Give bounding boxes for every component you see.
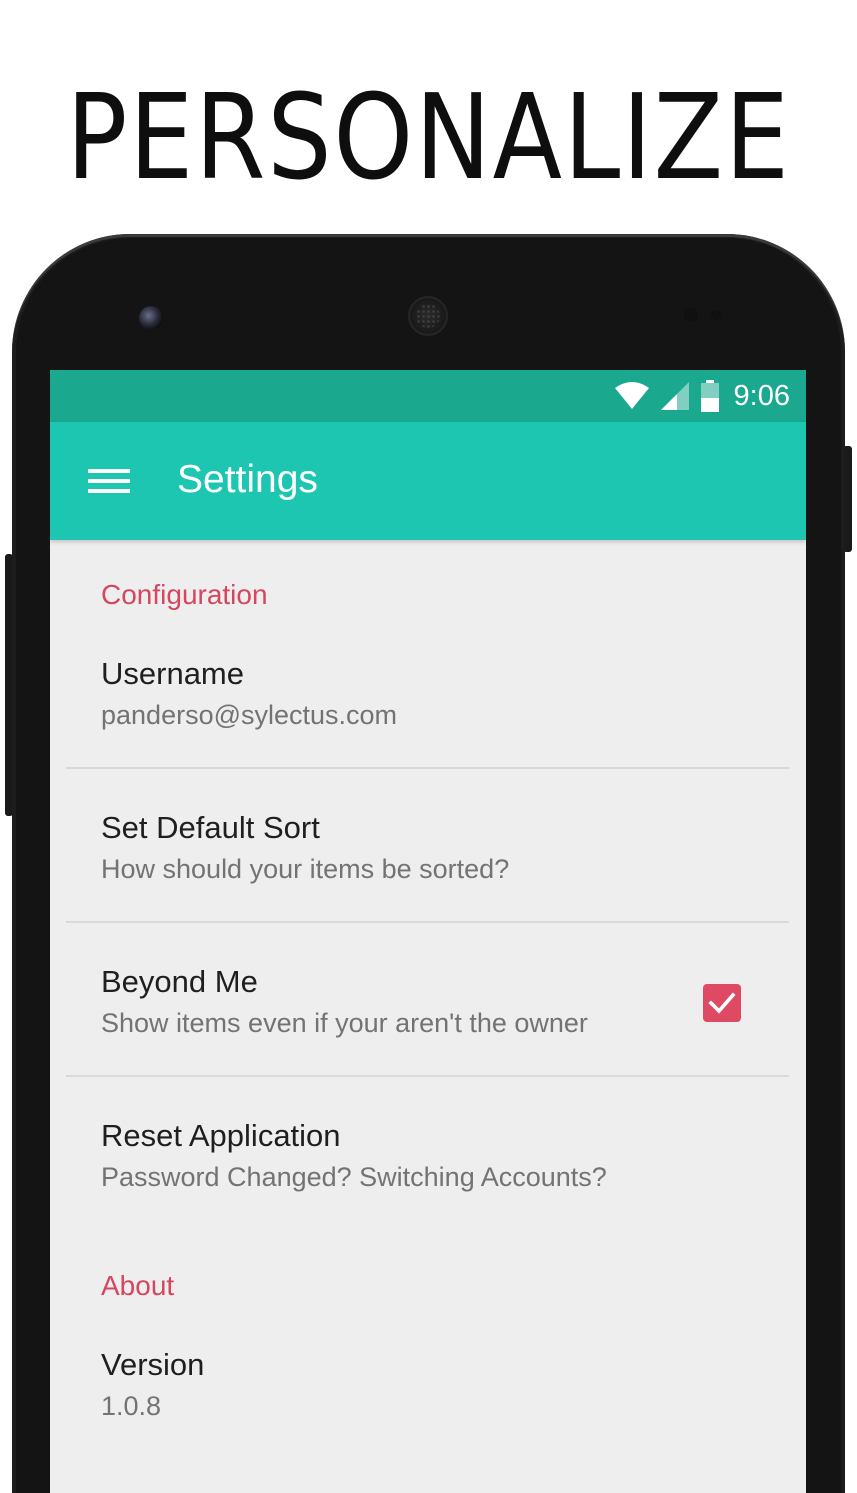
beyond-me-checkbox[interactable] — [703, 984, 741, 1022]
checkmark-icon — [708, 992, 736, 1014]
cell-signal-icon — [660, 382, 689, 410]
proximity-sensor-icon — [684, 308, 698, 322]
divider — [66, 767, 789, 769]
status-time: 9:06 — [733, 379, 790, 412]
pref-summary: Show items even if your aren't the owner — [101, 1008, 588, 1038]
pref-beyond-me[interactable]: Beyond Me Show items even if your aren't… — [66, 966, 789, 1120]
divider — [66, 921, 789, 923]
pref-title: Reset Application — [101, 1118, 341, 1153]
pref-title: Version — [101, 1347, 205, 1382]
phone-screen: 9:06 Settings Configuration Username pan… — [50, 370, 806, 1493]
battery-icon — [700, 380, 719, 412]
light-sensor-icon — [711, 310, 721, 320]
status-bar: 9:06 — [50, 370, 806, 422]
pref-summary: 1.0.8 — [101, 1391, 162, 1421]
divider — [66, 1075, 789, 1077]
promo-headline: PERSONALIZE — [66, 68, 791, 206]
app-bar: Settings — [50, 422, 806, 540]
pref-username[interactable]: Username panderso@sylectus.com — [66, 658, 789, 812]
front-camera-icon — [139, 306, 163, 330]
pref-reset-application[interactable]: Reset Application Password Changed? Swit… — [66, 1120, 789, 1274]
section-header-about: About — [101, 1270, 175, 1301]
page-title: Settings — [177, 458, 318, 501]
pref-title: Beyond Me — [101, 964, 258, 999]
section-header-configuration: Configuration — [101, 579, 268, 610]
hamburger-menu-icon — [88, 469, 130, 493]
pref-summary: How should your items be sorted? — [101, 854, 510, 884]
pref-summary: Password Changed? Switching Accounts? — [101, 1162, 607, 1192]
pref-default-sort[interactable]: Set Default Sort How should your items b… — [66, 812, 789, 966]
pref-title: Username — [101, 656, 244, 691]
pref-version[interactable]: Version 1.0.8 — [66, 1349, 789, 1493]
wifi-icon — [614, 382, 649, 409]
menu-button[interactable] — [74, 454, 144, 508]
earpiece-speaker-icon — [408, 296, 448, 336]
pref-title: Set Default Sort — [101, 810, 320, 845]
pref-summary: panderso@sylectus.com — [101, 700, 398, 730]
